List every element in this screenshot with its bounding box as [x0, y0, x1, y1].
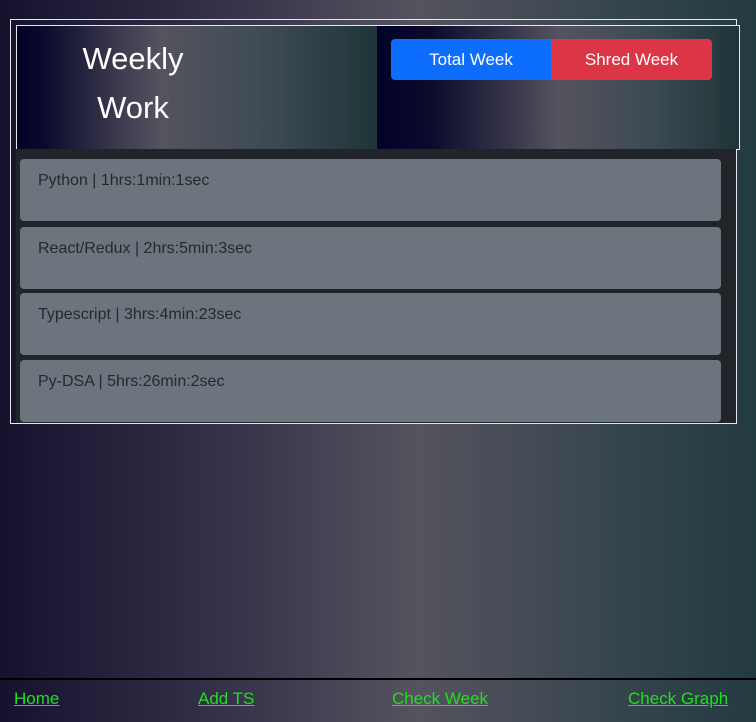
nav-link-check-week[interactable]: Check Week — [392, 689, 488, 709]
list-item[interactable]: Python | 1hrs:1min:1sec — [20, 159, 721, 221]
footer-nav: Home Add TS Check Week Check Graph — [0, 678, 756, 722]
list-item[interactable]: Typescript | 3hrs:4min:23sec — [20, 293, 721, 355]
list-item-label: React/Redux | 2hrs:5min:3sec — [38, 240, 253, 257]
list-item[interactable]: Py-DSA | 5hrs:26min:2sec — [20, 360, 721, 422]
list-item-label: Py-DSA | 5hrs:26min:2sec — [38, 373, 225, 390]
weekly-header: Weekly Work Total Week Shred Week — [16, 25, 740, 150]
nav-link-check-graph[interactable]: Check Graph — [628, 689, 728, 709]
list-item-label: Typescript | 3hrs:4min:23sec — [38, 306, 242, 323]
list-item-label: Python | 1hrs:1min:1sec — [38, 172, 210, 189]
button-area: Total Week Shred Week — [377, 26, 739, 149]
list-item[interactable]: React/Redux | 2hrs:5min:3sec — [20, 227, 721, 289]
title-line-2: Work — [97, 90, 169, 125]
page-title: Weekly Work — [17, 34, 249, 132]
nav-link-home[interactable]: Home — [14, 689, 59, 709]
title-line-1: Weekly — [82, 41, 184, 76]
nav-link-add-ts[interactable]: Add TS — [198, 689, 254, 709]
title-area: Weekly Work — [17, 26, 377, 149]
total-week-button[interactable]: Total Week — [391, 39, 551, 80]
shred-week-button[interactable]: Shred Week — [551, 39, 712, 80]
work-list: Python | 1hrs:1min:1sec React/Redux | 2h… — [16, 149, 736, 423]
